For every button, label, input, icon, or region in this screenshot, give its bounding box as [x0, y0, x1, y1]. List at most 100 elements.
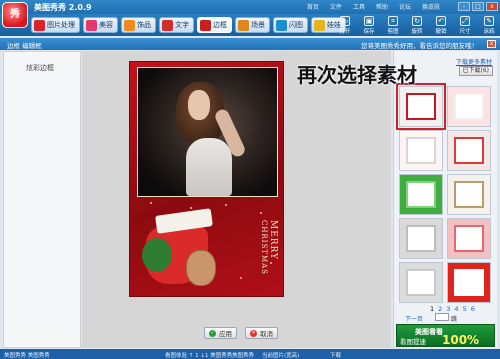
christmas-frame-preview: MERRY CHRISTMAS: [129, 61, 284, 297]
meitu-viewer-ad[interactable]: 美图看看 看图提速 100%: [396, 324, 495, 347]
cancel-button[interactable]: ✕ 取消: [245, 327, 278, 339]
minimize-button[interactable]: -: [458, 2, 470, 11]
scenes-icon: [238, 19, 249, 31]
check-icon: ✓: [209, 329, 216, 337]
annotation-caption: 再次选择素材: [297, 63, 417, 87]
rotate-icon: ↻: [412, 16, 422, 26]
crop-icon: ⌗: [388, 16, 398, 26]
status-bar: 美图秀秀 美图秀秀 看图体验 ↑ 1 ↓1 美图秀秀 美图秀秀 当前图片(宽高)…: [0, 349, 500, 359]
status-mid: 看图体验 ↑ 1 ↓1 美图秀秀: [165, 353, 233, 359]
cancel-icon: ✕: [250, 329, 257, 337]
tab-beauty[interactable]: 美容: [83, 17, 118, 33]
open-button[interactable]: ▭ 打开: [336, 16, 354, 35]
material-grid: [396, 83, 493, 303]
pen-icon: ✎: [484, 16, 494, 26]
image-processing-icon: [34, 19, 45, 31]
frame-category-colorful[interactable]: 炫彩边框: [26, 63, 54, 73]
status-mid2: 美图秀秀: [232, 353, 255, 359]
tab-text[interactable]: 文字: [159, 17, 194, 33]
christmas-stocking-illustration: [142, 208, 216, 290]
ad-percent: 100%: [442, 333, 480, 347]
ad-subtitle: 看图提速: [400, 338, 426, 346]
action-buttons: ✓ 应用 ✕ 取消: [204, 327, 278, 339]
save-button[interactable]: ▣ 保存: [360, 16, 378, 35]
title-bar: 美图秀秀 2.0.9 首页 文件 工具 帮助 论坛 换皮肤 - □ x: [0, 0, 500, 14]
material-thumbnail[interactable]: [447, 174, 491, 215]
close-button[interactable]: x: [486, 2, 498, 11]
downloaded-button[interactable]: 已下载(6): [458, 66, 493, 76]
thumbnail-photo-area: [454, 137, 484, 164]
material-panel: 下载更多素材 已下载(6) 1 2 3 4 5 6 下一页 跳 美图看看 看图提…: [393, 51, 497, 348]
thumbnail-photo-area: [454, 269, 484, 296]
page-jump-input[interactable]: [435, 313, 449, 321]
merry-christmas-text: MERRY CHRISTMAS: [248, 220, 278, 294]
thumbnail-photo-area: [406, 137, 436, 164]
photo-top: [186, 138, 232, 196]
menu-help[interactable]: 帮助: [376, 2, 388, 11]
undo-icon: ↶: [436, 16, 446, 26]
accessories-icon: [124, 19, 135, 31]
material-thumbnail[interactable]: [447, 86, 491, 127]
resize-button[interactable]: ⤢ 尺寸: [456, 16, 474, 35]
page-5[interactable]: 5: [463, 305, 467, 313]
flash-icon: [276, 19, 287, 31]
page-1[interactable]: 1: [430, 305, 434, 313]
next-page-link[interactable]: 下一页: [405, 314, 423, 323]
folder-icon: ▭: [340, 16, 350, 26]
frames-icon: [200, 19, 211, 31]
menu-forum[interactable]: 论坛: [399, 2, 411, 11]
tab-image-processing[interactable]: 图片处理: [31, 17, 80, 33]
app-title: 美图秀秀 2.0.9: [34, 3, 92, 12]
save-icon: ▣: [364, 16, 374, 26]
doodle-button[interactable]: ✎ 涂鸦: [480, 16, 498, 35]
breadcrumb: 边框 编辑框: [7, 42, 42, 50]
sparkle: [240, 277, 242, 279]
sparkle: [225, 204, 227, 206]
thumbnail-photo-area: [406, 93, 436, 120]
rotate-button[interactable]: ↻ 旋转: [408, 16, 426, 35]
page-jump-label[interactable]: 跳: [451, 314, 457, 323]
tool-buttons: ▭ 打开 ▣ 保存 ⌗ 剪图 ↻ 旋转 ↶ 撤销 ⤢ 尺寸 ✎ 涂鸦: [336, 16, 498, 35]
material-thumbnail[interactable]: [399, 130, 443, 171]
menu-tools[interactable]: 工具: [353, 2, 365, 11]
menu-file[interactable]: 文件: [330, 2, 342, 11]
sparkle: [190, 207, 192, 209]
page-3[interactable]: 3: [446, 305, 450, 313]
top-menu: 首页 文件 工具 帮助 论坛 换皮肤: [307, 2, 440, 11]
maximize-button[interactable]: □: [472, 2, 484, 11]
material-thumbnail[interactable]: [399, 218, 443, 259]
material-thumbnail[interactable]: [399, 262, 443, 303]
page-2[interactable]: 2: [438, 305, 442, 313]
status-download: 下载: [330, 353, 342, 359]
tab-scenes[interactable]: 场景: [235, 17, 270, 33]
thumbnail-photo-area: [454, 93, 484, 120]
photo-face: [188, 90, 210, 120]
material-thumbnail[interactable]: [399, 174, 443, 215]
menu-skin[interactable]: 换皮肤: [422, 2, 440, 11]
editor-close-button[interactable]: x: [487, 40, 496, 48]
material-thumbnail[interactable]: [447, 130, 491, 171]
pagination: 1 2 3 4 5 6: [430, 305, 475, 313]
crop-button[interactable]: ⌗ 剪图: [384, 16, 402, 35]
undo-button[interactable]: ↶ 撤销: [432, 16, 450, 35]
thumbnail-photo-area: [454, 225, 484, 252]
download-more-link[interactable]: 下载更多素材: [456, 57, 492, 66]
tip-text: 您将美图秀秀好用，看告诉您的朋友哦！: [361, 42, 478, 50]
page-6[interactable]: 6: [471, 305, 475, 313]
material-thumbnail[interactable]: [447, 218, 491, 259]
stocking-green-patch: [142, 238, 172, 272]
menu-home[interactable]: 首页: [307, 2, 319, 11]
material-thumbnail[interactable]: [396, 83, 446, 130]
tab-accessories[interactable]: 饰品: [121, 17, 156, 33]
resize-icon: ⤢: [460, 16, 470, 26]
thumbnail-photo-area: [406, 225, 436, 252]
page-4[interactable]: 4: [454, 305, 458, 313]
apply-button[interactable]: ✓ 应用: [204, 327, 237, 339]
preview-canvas: MERRY CHRISTMAS ✓ 应用 ✕ 取消: [82, 51, 391, 348]
merry-word: MERRY: [268, 220, 278, 261]
christmas-word: CHRISTMAS: [260, 220, 268, 275]
tab-flash[interactable]: 闪图: [273, 17, 308, 33]
app-logo-icon[interactable]: 秀: [2, 2, 28, 28]
tab-frames[interactable]: 边框: [197, 17, 232, 33]
material-thumbnail[interactable]: [447, 262, 491, 303]
